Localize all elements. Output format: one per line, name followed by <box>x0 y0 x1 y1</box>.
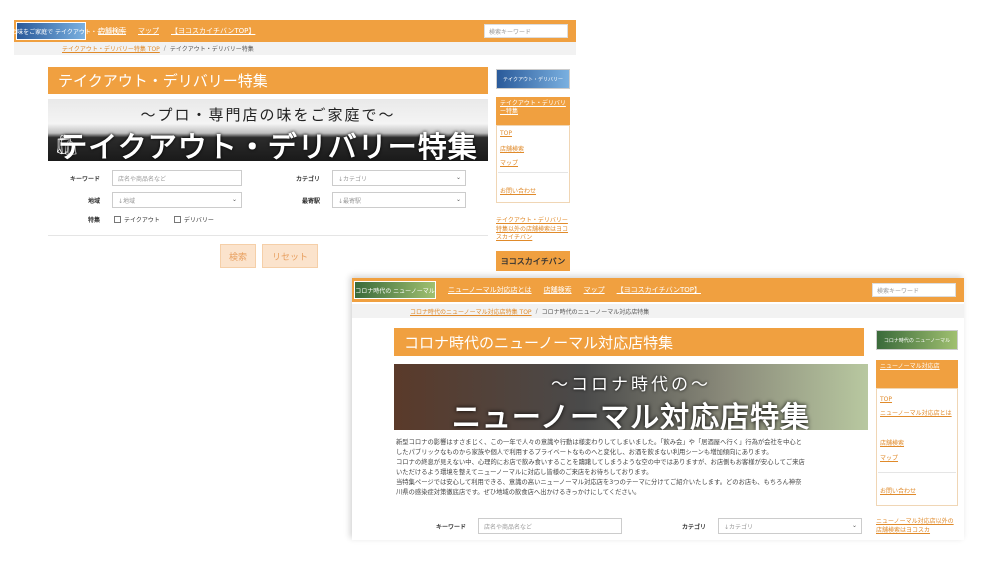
keyword-label: キーワード <box>435 523 466 531</box>
nav-yokosuka-top[interactable]: 【ヨコスカイチバンTOP】 <box>617 285 701 295</box>
feature-banner: 〜プロ・専門店の味をご家庭で〜 🛍 テイクアウト・デリバリー特集 <box>48 99 488 161</box>
nav-store-search[interactable]: 店舗検索 <box>544 285 572 295</box>
banner-subtitle: 〜コロナ時代の〜 <box>551 375 711 395</box>
takeout-delivery-page: プロ・専門店の味をご家庭で テイクアウト・デリバリー 店舗検索 マップ 【ヨコス… <box>14 20 576 275</box>
sidebar-heading[interactable]: テイクアウト・デリバリー特集 <box>496 97 570 125</box>
description-line: 新型コロナの影響はすさまじく、この一年で人々の意識や行動は様変わりしてしまいまし… <box>396 439 802 446</box>
nav-about-new-normal[interactable]: ニューノーマル対応店とは <box>448 285 532 295</box>
chevron-down-icon: ⌄ <box>851 522 857 529</box>
chevron-down-icon: ⌄ <box>455 174 461 181</box>
category-row: カテゴリ ↓カテゴリ ⌄ <box>660 518 862 534</box>
breadcrumb-top-link[interactable]: テイクアウト・デリバリー特集 TOP <box>62 44 160 53</box>
takeout-checkbox-label[interactable]: テイクアウト <box>124 215 160 224</box>
category-select-value: ↓カテゴリ <box>338 176 368 183</box>
description-line: 当特集ページでは安心して利用できる、意識の高いニューノーマル対応店を3つのテーマ… <box>396 479 802 487</box>
top-nav-bar: コロナ時代の ニューノーマル ニューノーマル対応店とは 店舗検索 マップ 【ヨコ… <box>352 278 964 302</box>
sidebar-link-store-search[interactable]: 店舗検索 <box>500 144 524 153</box>
feature-label: 特集 <box>87 217 100 224</box>
breadcrumb-current: コロナ時代のニューノーマル対応店特集 <box>541 308 650 316</box>
area-row: 地域 ↓地域 ⌄ <box>64 192 242 208</box>
breadcrumb: コロナ時代のニューノーマル対応店特集 TOP / コロナ時代のニューノーマル対応… <box>352 304 964 318</box>
nav-map[interactable]: マップ <box>584 285 605 295</box>
category-row: カテゴリ ↓カテゴリ ⌄ <box>284 170 466 186</box>
keyword-input[interactable]: 店名や商品名など <box>478 518 622 534</box>
top-nav-bar: プロ・専門店の味をご家庭で テイクアウト・デリバリー 店舗検索 マップ 【ヨコス… <box>14 20 576 42</box>
delivery-checkbox[interactable] <box>173 216 181 223</box>
keyword-row: キーワード 店名や商品名など <box>64 170 242 186</box>
delivery-checkbox-label[interactable]: デリバリー <box>184 215 214 224</box>
station-label: 最寄駅 <box>301 197 320 205</box>
breadcrumb-current: テイクアウト・デリバリー特集 <box>169 46 254 53</box>
feature-row: 特集 テイクアウト デリバリー <box>64 215 214 224</box>
banner-title: テイクアウト・デリバリー特集 <box>58 130 478 161</box>
breadcrumb: テイクアウト・デリバリー特集 TOP / テイクアウト・デリバリー特集 <box>14 42 576 55</box>
keyword-row: キーワード 店名や商品名など <box>420 518 622 534</box>
sidebar-divider <box>498 172 568 173</box>
area-select[interactable]: ↓地域 ⌄ <box>112 192 242 208</box>
site-logo[interactable]: プロ・専門店の味をご家庭で テイクアウト・デリバリー <box>14 22 127 40</box>
sidebar-link-top[interactable]: TOP <box>880 396 892 403</box>
area-select-value: ↓地域 <box>118 198 136 205</box>
breadcrumb-separator: / <box>535 307 538 315</box>
banner-title: ニューノーマル対応店特集 <box>451 400 811 430</box>
nav-yokosuka-top[interactable]: 【ヨコスカイチバンTOP】 <box>171 26 255 36</box>
station-select[interactable]: ↓最寄駅 ⌄ <box>332 192 466 208</box>
form-divider <box>48 235 488 236</box>
sidebar-link-contact[interactable]: お問い合わせ <box>500 186 536 195</box>
category-label: カテゴリ <box>681 523 706 531</box>
keyword-label: キーワード <box>69 175 100 183</box>
category-select[interactable]: ↓カテゴリ ⌄ <box>718 518 862 534</box>
description-line: いただけるよう環境を整えてニューノーマルに対応し皆様のご来店をお待ちしております… <box>396 469 653 477</box>
breadcrumb-separator: / <box>163 45 166 52</box>
category-label: カテゴリ <box>295 175 320 183</box>
sidebar-heading[interactable]: ニューノーマル対応店 <box>876 360 958 388</box>
chevron-down-icon: ⌄ <box>455 196 461 203</box>
sidebar-link-map[interactable]: マップ <box>500 158 518 167</box>
description-line: したパブリックなものから家族や個人で利用するプライベートなものへと変化し、お酒を… <box>396 449 773 457</box>
keyword-input[interactable]: 店名や商品名など <box>112 170 242 186</box>
feature-banner: 〜コロナ時代の〜 ニューノーマル対応店特集 <box>394 364 868 430</box>
nav-store-search[interactable]: 店舗検索 <box>98 26 126 36</box>
banner-subtitle: 〜プロ・専門店の味をご家庭で〜 <box>140 106 396 124</box>
header-search-input[interactable]: 検索キーワード <box>872 283 956 297</box>
sidebar-link-contact[interactable]: お問い合わせ <box>880 486 916 495</box>
sidebar-divider <box>878 472 956 473</box>
reset-button[interactable]: リセット <box>262 244 318 268</box>
category-select-value: ↓カテゴリ <box>724 524 754 531</box>
sidebar-note-link[interactable]: ニューノーマル対応店以外の店舗検索はヨコスカ <box>876 518 958 535</box>
sidebar-link-about[interactable]: ニューノーマル対応店とは <box>880 410 956 419</box>
sidebar-link-map[interactable]: マップ <box>880 453 898 462</box>
sidebar-link-top[interactable]: TOP <box>500 130 512 137</box>
station-select-value: ↓最寄駅 <box>338 198 362 205</box>
page-title: テイクアウト・デリバリー特集 <box>48 67 488 94</box>
station-row: 最寄駅 ↓最寄駅 ⌄ <box>284 192 466 208</box>
page-title: コロナ時代のニューノーマル対応店特集 <box>394 328 864 356</box>
sidebar-note-link[interactable]: テイクアウト・デリバリー特集以外の店舗検索はヨコスカイチバン <box>496 217 570 243</box>
sidebar-logo[interactable]: コロナ時代の ニューノーマル <box>876 330 958 350</box>
search-button[interactable]: 検索 <box>220 244 256 268</box>
header-search-input[interactable]: 検索キーワード <box>484 24 568 38</box>
takeout-checkbox[interactable] <box>114 216 121 223</box>
area-label: 地域 <box>87 197 100 205</box>
sidebar-logo[interactable]: テイクアウト・デリバリー <box>496 69 570 89</box>
chevron-down-icon: ⌄ <box>231 196 237 203</box>
new-normal-page: コロナ時代の ニューノーマル ニューノーマル対応店とは 店舗検索 マップ 【ヨコ… <box>352 278 964 540</box>
sidebar-link-store-search[interactable]: 店舗検索 <box>880 438 904 447</box>
description-line: 川県の感染症対策徹底店です。ぜひ地域の飲食店へ出かけるきっかけにしてください。 <box>396 489 641 497</box>
feature-description: 新型コロナの影響はすさまじく、この一年で人々の意識や行動は様変わりしてしまいまし… <box>396 438 876 498</box>
site-logo[interactable]: コロナ時代の ニューノーマル <box>354 281 436 299</box>
category-select[interactable]: ↓カテゴリ ⌄ <box>332 170 466 186</box>
nav-map[interactable]: マップ <box>138 26 159 36</box>
breadcrumb-top-link[interactable]: コロナ時代のニューノーマル対応店特集 TOP <box>410 307 532 316</box>
sidebar-brand-banner[interactable]: ヨコスカイチバン <box>496 251 570 271</box>
description-line: コロナの終息が見えない中、心理的にお店で飲み食いすることを躊躇してしまうような空… <box>396 459 805 467</box>
